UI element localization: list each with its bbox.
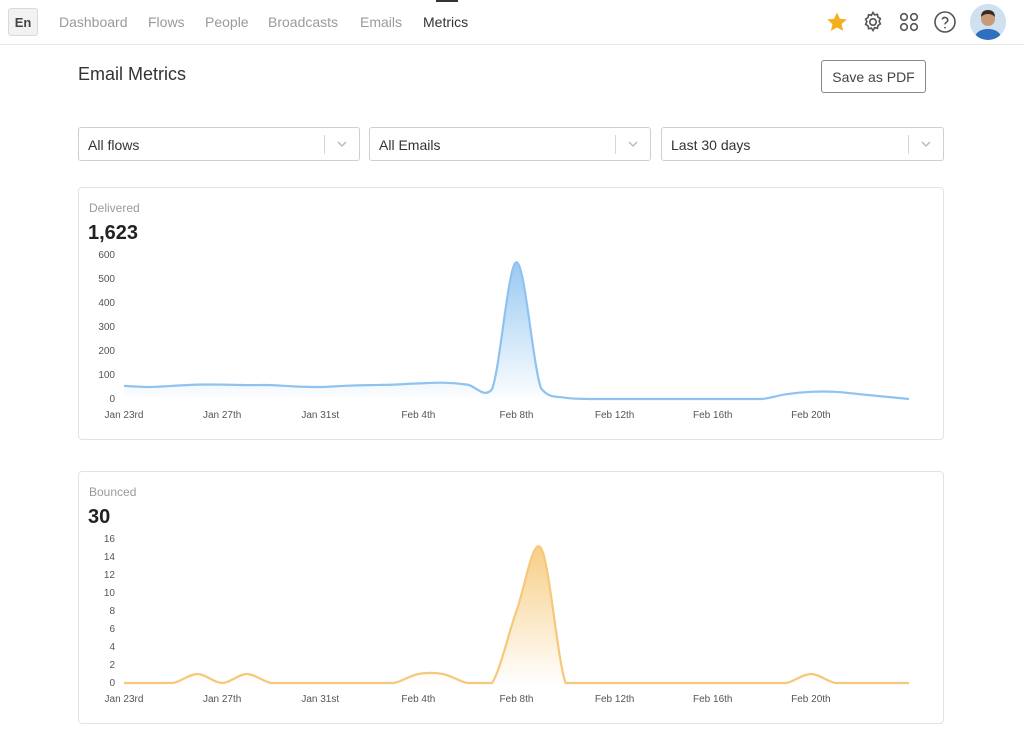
y-tick-label: 10: [104, 588, 116, 599]
x-tick-label: Jan 31st: [301, 694, 339, 705]
series-area-fill: [124, 546, 909, 683]
x-tick-label: Feb 8th: [500, 410, 534, 421]
y-tick-label: 14: [104, 552, 116, 563]
x-tick-label: Feb 20th: [791, 410, 830, 421]
y-tick-label: 100: [98, 370, 115, 381]
flow-filter-select[interactable]: All flows: [78, 127, 360, 161]
y-tick-label: 16: [104, 534, 116, 545]
y-tick-label: 500: [98, 274, 115, 285]
date-range-value: Last 30 days: [671, 137, 751, 153]
y-tick-label: 6: [109, 624, 115, 635]
email-filter-select[interactable]: All Emails: [369, 127, 651, 161]
x-tick-label: Feb 16th: [693, 410, 732, 421]
y-tick-label: 300: [98, 322, 115, 333]
y-tick-label: 0: [109, 394, 115, 405]
y-tick-label: 2: [109, 660, 115, 671]
select-divider: [324, 135, 325, 154]
chevron-down-icon: [628, 141, 638, 148]
x-tick-label: Feb 12th: [595, 410, 634, 421]
date-range-select[interactable]: Last 30 days: [661, 127, 944, 161]
x-tick-label: Feb 16th: [693, 694, 732, 705]
y-tick-label: 8: [109, 606, 115, 617]
x-tick-label: Jan 27th: [203, 410, 241, 421]
page-title: Email Metrics: [78, 64, 187, 84]
y-tick-label: 600: [98, 250, 115, 261]
user-avatar[interactable]: [970, 4, 1006, 40]
y-tick-label: 0: [109, 678, 115, 689]
flow-filter-value: All flows: [88, 137, 140, 153]
nav-metrics[interactable]: Metrics: [423, 14, 468, 30]
y-tick-label: 4: [109, 642, 115, 653]
y-tick-label: 400: [98, 298, 115, 309]
star-icon[interactable]: [825, 10, 849, 34]
x-tick-label: Jan 27th: [203, 694, 241, 705]
gear-icon[interactable]: [861, 10, 885, 34]
chevron-down-icon: [921, 141, 931, 148]
select-divider: [908, 135, 909, 154]
top-nav-bar: En Dashboard Flows People Broadcasts Ema…: [0, 0, 1024, 45]
x-tick-label: Jan 31st: [301, 410, 339, 421]
y-tick-label: 12: [104, 570, 116, 581]
select-divider: [615, 135, 616, 154]
delivered-chart-card: Delivered 1,623 0 100 200 300 400 500 600 Jan 2…: [78, 187, 944, 440]
email-filter-value: All Emails: [379, 137, 441, 153]
x-tick-label: Feb 4th: [401, 410, 435, 421]
x-tick-label: Feb 12th: [595, 694, 634, 705]
active-nav-indicator: [436, 0, 458, 2]
bounced-chart: 0 2 4 6 8 10 12 14 16 Jan 23rd Jan 27th Jan 31st Feb…: [104, 534, 909, 705]
delivered-chart: 0 100 200 300 400 500 600 Jan 23rd Jan 27th Jan 3…: [98, 250, 910, 421]
nav-broadcasts[interactable]: Broadcasts: [268, 14, 338, 30]
x-tick-label: Feb 8th: [500, 694, 534, 705]
nav-dashboard[interactable]: Dashboard: [59, 14, 128, 30]
apps-grid-icon[interactable]: [897, 10, 921, 34]
save-as-pdf-button[interactable]: Save as PDF: [821, 60, 926, 93]
x-tick-label: Jan 23rd: [105, 694, 144, 705]
x-tick-label: Jan 23rd: [105, 410, 144, 421]
x-tick-label: Feb 4th: [401, 694, 435, 705]
x-tick-label: Feb 20th: [791, 694, 830, 705]
chevron-down-icon: [337, 141, 347, 148]
help-icon[interactable]: [933, 10, 957, 34]
nav-flows[interactable]: Flows: [148, 14, 185, 30]
bounced-chart-card: Bounced 30 0 2 4 6 8 10 12 14 16 Jan 23rd Jan 27th…: [78, 471, 944, 724]
series-area-fill: [124, 262, 909, 399]
language-switcher[interactable]: En: [8, 8, 38, 36]
nav-emails[interactable]: Emails: [360, 14, 402, 30]
nav-people[interactable]: People: [205, 14, 249, 30]
y-tick-label: 200: [98, 346, 115, 357]
